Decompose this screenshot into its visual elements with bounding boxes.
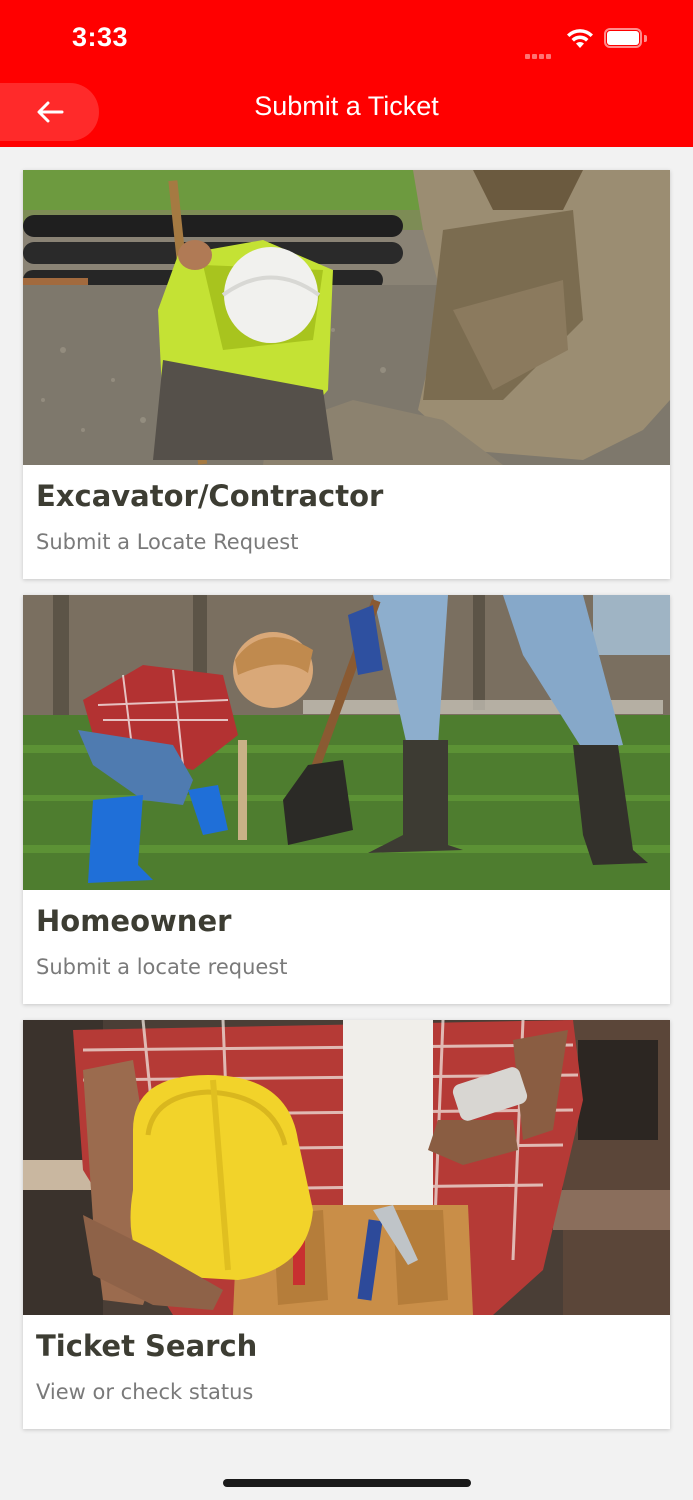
card-excavator-contractor[interactable]: Excavator/Contractor Submit a Locate Req… (23, 170, 670, 579)
card-title: Excavator/Contractor (36, 479, 384, 513)
card-subtitle: Submit a Locate Request (36, 530, 299, 554)
battery-icon (604, 28, 648, 50)
status-bar: 3:33 (0, 0, 693, 80)
card-subtitle: Submit a locate request (36, 955, 288, 979)
card-title: Homeowner (36, 904, 232, 938)
card-subtitle: View or check status (36, 1380, 254, 1404)
page-title: Submit a Ticket (254, 91, 439, 121)
card-image-ticket-search (23, 1020, 670, 1315)
card-ticket-search[interactable]: Ticket Search View or check status (23, 1020, 670, 1429)
card-title: Ticket Search (36, 1329, 258, 1363)
card-image-homeowner (23, 595, 670, 890)
cellular-signal-icon (525, 44, 557, 59)
card-homeowner[interactable]: Homeowner Submit a locate request (23, 595, 670, 1004)
status-time: 3:33 (72, 22, 129, 52)
wifi-icon (565, 28, 595, 50)
app-header: 3:33 Submit a Ticket (0, 0, 693, 147)
card-image-excavator (23, 170, 670, 465)
home-indicator[interactable] (223, 1479, 471, 1487)
